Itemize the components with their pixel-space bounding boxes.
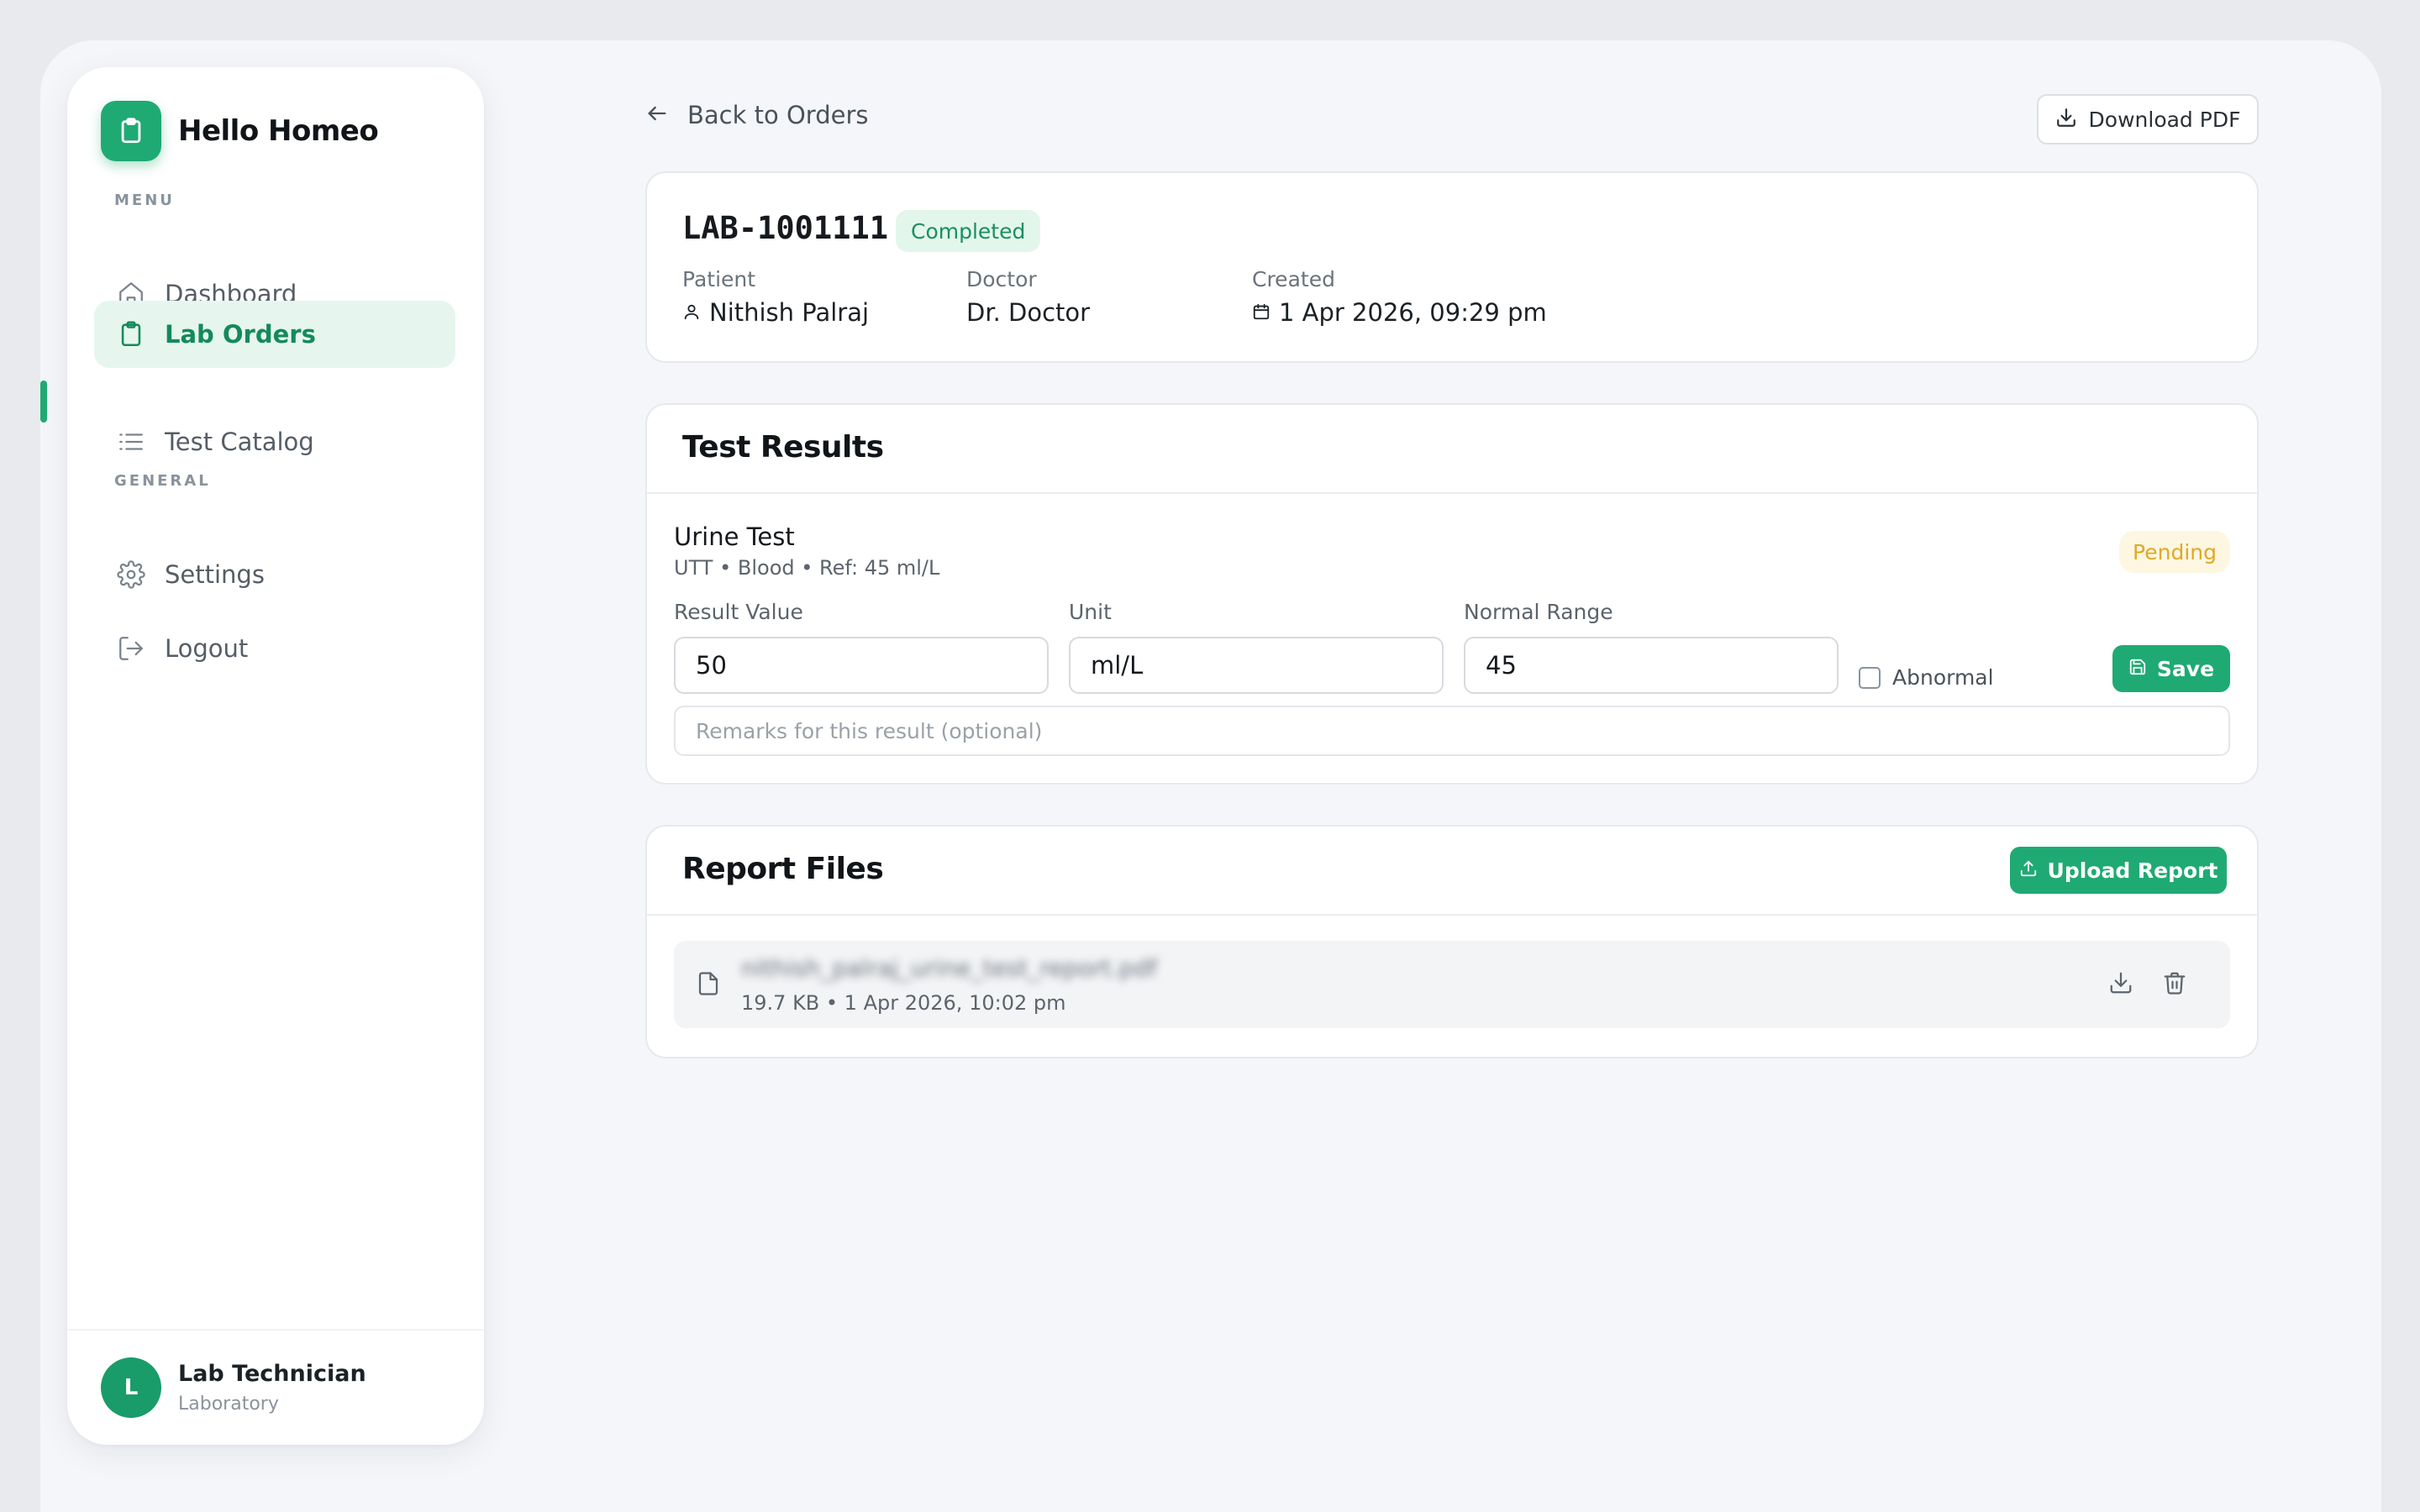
brand[interactable]: Hello Homeo (101, 101, 379, 161)
arrow-left-icon (645, 102, 669, 129)
divider (647, 914, 2257, 916)
list-icon (114, 425, 148, 459)
normal-range-input[interactable] (1464, 637, 1839, 694)
sidebar-item-label: Settings (165, 560, 265, 589)
user-name: Lab Technician (178, 1361, 366, 1387)
checkbox-box[interactable] (1859, 666, 1881, 689)
upload-icon (2019, 859, 2038, 881)
upload-report-label: Upload Report (2047, 858, 2218, 883)
file-name: nithish_palraj_urine_test_report.pdf (741, 954, 1158, 982)
patient-meta: Patient Nithish Palraj (682, 267, 869, 327)
unit-label: Unit (1069, 600, 1112, 624)
list-item[interactable]: nithish_palraj_urine_test_report.pdf 19.… (674, 941, 2230, 1028)
created-date: 1 Apr 2026, 09:29 pm (1279, 298, 1547, 327)
gear-icon (114, 558, 148, 591)
active-indicator (40, 381, 47, 423)
user-role: Laboratory (178, 1394, 279, 1415)
file-icon (696, 969, 721, 1001)
abnormal-checkbox[interactable]: Abnormal (1859, 665, 1994, 690)
download-icon (2055, 107, 2077, 132)
sidebar-item-label: Logout (165, 634, 249, 663)
brand-name: Hello Homeo (178, 114, 379, 148)
delete-file-button[interactable] (2156, 966, 2193, 1003)
save-button[interactable]: Save (2112, 645, 2230, 692)
upload-report-button[interactable]: Upload Report (2010, 847, 2227, 894)
user-profile[interactable]: L Lab Technician Laboratory (67, 1329, 484, 1445)
result-value-label: Result Value (674, 600, 803, 624)
doctor-meta: Doctor Dr. Doctor (966, 267, 1090, 327)
order-id: LAB-1001111 (682, 210, 889, 246)
download-icon (2108, 970, 2133, 999)
file-meta: 19.7 KB • 1 Apr 2026, 10:02 pm (741, 991, 1066, 1015)
order-summary-card: LAB-1001111 Completed Patient Nithish Pa… (645, 171, 2259, 363)
sidebar-item-label: Lab Orders (165, 320, 316, 349)
test-results-title: Test Results (682, 430, 884, 465)
user-icon (682, 298, 709, 327)
download-pdf-button[interactable]: Download PDF (2037, 94, 2259, 144)
doctor-label: Doctor (966, 267, 1037, 291)
sidebar-item-logout[interactable]: Logout (94, 615, 455, 682)
remarks-input[interactable] (674, 706, 2230, 756)
download-file-button[interactable] (2102, 966, 2139, 1003)
normal-range-label: Normal Range (1464, 600, 1613, 624)
report-files-title: Report Files (682, 852, 884, 886)
sidebar: Hello Homeo MENU Dashboard Lab Orders Te… (40, 67, 484, 1445)
created-label: Created (1252, 267, 1335, 291)
sidebar-item-label: Test Catalog (165, 428, 314, 456)
test-name: Urine Test (674, 522, 795, 551)
unit-input[interactable] (1069, 637, 1444, 694)
trash-icon (2162, 970, 2187, 999)
menu-section-label: MENU (114, 192, 175, 209)
status-badge: Completed (896, 210, 1041, 252)
sidebar-item-lab-orders[interactable]: Lab Orders (94, 301, 455, 368)
test-subtitle: UTT • Blood • Ref: 45 ml/L (674, 556, 940, 580)
logout-icon (114, 632, 148, 665)
back-label: Back to Orders (687, 101, 869, 129)
patient-name: Nithish Palraj (709, 298, 870, 327)
abnormal-label: Abnormal (1892, 665, 1994, 690)
download-pdf-label: Download PDF (2088, 107, 2241, 132)
patient-label: Patient (682, 267, 756, 291)
doctor-name: Dr. Doctor (966, 298, 1091, 327)
avatar: L (101, 1357, 161, 1418)
test-results-card: Test Results Urine Test UTT • Blood • Re… (645, 403, 2259, 785)
clipboard-icon (114, 318, 148, 351)
save-label: Save (2156, 656, 2215, 681)
pending-badge: Pending (2119, 531, 2230, 573)
report-files-card: Report Files Upload Report nithish_palra… (645, 825, 2259, 1058)
general-section-label: GENERAL (114, 472, 211, 490)
back-to-orders-link[interactable]: Back to Orders (645, 101, 868, 129)
clipboard-icon (101, 101, 161, 161)
created-meta: Created 1 Apr 2026, 09:29 pm (1252, 267, 1547, 327)
calendar-icon (1252, 298, 1279, 327)
result-value-input[interactable] (674, 637, 1049, 694)
divider (647, 492, 2257, 494)
sidebar-item-test-catalog[interactable]: Test Catalog (94, 408, 455, 475)
sidebar-item-settings[interactable]: Settings (94, 541, 455, 608)
save-icon (2128, 658, 2147, 680)
